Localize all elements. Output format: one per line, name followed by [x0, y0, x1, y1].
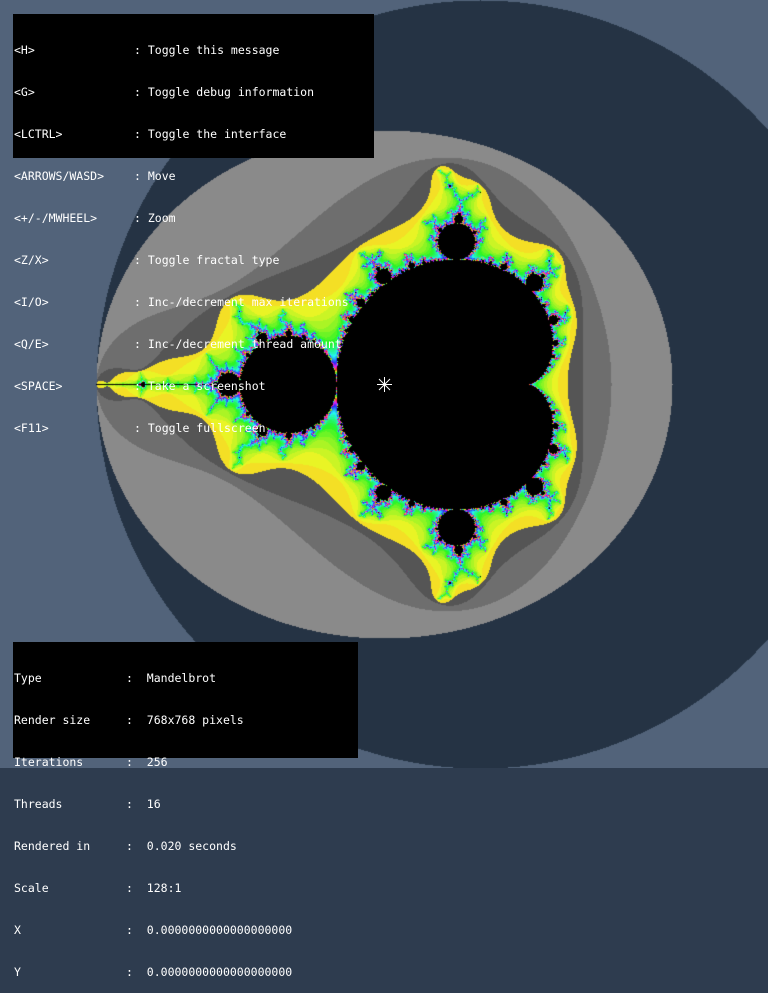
help-key: <G> [14, 85, 35, 99]
info-separator: : [126, 797, 133, 811]
info-value: 768x768 pixels [146, 713, 244, 727]
help-key: <I/O> [14, 295, 49, 309]
help-desc: : Toggle debug information [134, 85, 315, 99]
info-row: Y: 0.0000000000000000000 [14, 965, 358, 979]
debug-info-panel: Type: Mandelbrot Render size: 768x768 pi… [13, 642, 358, 979]
info-value: 0.020 seconds [146, 839, 237, 853]
info-label: Y [14, 965, 21, 979]
info-row: Rendered in: 0.020 seconds [14, 839, 358, 853]
info-row: X: 0.0000000000000000000 [14, 923, 358, 937]
info-label: Scale [14, 881, 49, 895]
crosshair-icon [377, 377, 392, 392]
help-key: <LCTRL> [14, 127, 63, 141]
help-row: <Z/X> : Toggle fractal type [14, 253, 374, 267]
help-row: <+/-/MWHEEL> : Zoom [14, 211, 374, 225]
help-row: <I/O> : Inc-/decrement max iterations [14, 295, 374, 309]
info-row: Type: Mandelbrot [14, 671, 358, 685]
info-value: 0.0000000000000000000 [146, 923, 293, 937]
help-desc: : Inc-/decrement thread amount [134, 337, 342, 351]
info-row: Scale: 128:1 [14, 881, 358, 895]
help-key: <SPACE> [14, 379, 63, 393]
help-desc: : Move [134, 169, 176, 183]
info-separator: : [126, 671, 133, 685]
help-key: <Z/X> [14, 253, 49, 267]
info-value: Mandelbrot [146, 671, 217, 685]
info-label: Render size [14, 713, 91, 727]
help-desc: : Toggle the interface [134, 127, 287, 141]
info-row: Threads: 16 [14, 797, 358, 811]
info-separator: : [126, 839, 133, 853]
help-desc: : Take a screenshot [134, 379, 266, 393]
help-row: <H> : Toggle this message [14, 43, 374, 57]
help-desc: : Toggle this message [134, 43, 280, 57]
help-desc: : Zoom [134, 211, 176, 225]
info-label: Threads [14, 797, 63, 811]
help-desc: : Inc-/decrement max iterations [134, 295, 349, 309]
info-value: 16 [146, 797, 161, 811]
info-value: 0.0000000000000000000 [146, 965, 293, 979]
info-label: Type [14, 671, 42, 685]
help-key: <F11> [14, 421, 49, 435]
info-separator: : [126, 755, 133, 769]
info-row: Iterations: 256 [14, 755, 358, 769]
help-row: <G> : Toggle debug information [14, 85, 374, 99]
info-value: 128:1 [146, 881, 182, 895]
info-separator: : [126, 923, 133, 937]
help-row: <SPACE> : Take a screenshot [14, 379, 374, 393]
help-key: <H> [14, 43, 35, 57]
help-row: <LCTRL> : Toggle the interface [14, 127, 374, 141]
help-key: <+/-/MWHEEL> [14, 211, 98, 225]
info-separator: : [126, 965, 133, 979]
info-row: Render size: 768x768 pixels [14, 713, 358, 727]
info-label: Rendered in [14, 839, 91, 853]
help-panel: <H> : Toggle this message <G> : Toggle deb… [13, 14, 374, 435]
help-desc: : Toggle fractal type [134, 253, 280, 267]
info-label: X [14, 923, 21, 937]
info-separator: : [126, 713, 133, 727]
help-key: <ARROWS/WASD> [14, 169, 105, 183]
help-desc: : Toggle fullscreen [134, 421, 266, 435]
info-label: Iterations [14, 755, 84, 769]
info-separator: : [126, 881, 133, 895]
help-row: <ARROWS/WASD> : Move [14, 169, 374, 183]
info-value: 256 [146, 755, 168, 769]
help-row: <F11> : Toggle fullscreen [14, 421, 374, 435]
help-row: <Q/E> : Inc-/decrement thread amount [14, 337, 374, 351]
help-key: <Q/E> [14, 337, 49, 351]
